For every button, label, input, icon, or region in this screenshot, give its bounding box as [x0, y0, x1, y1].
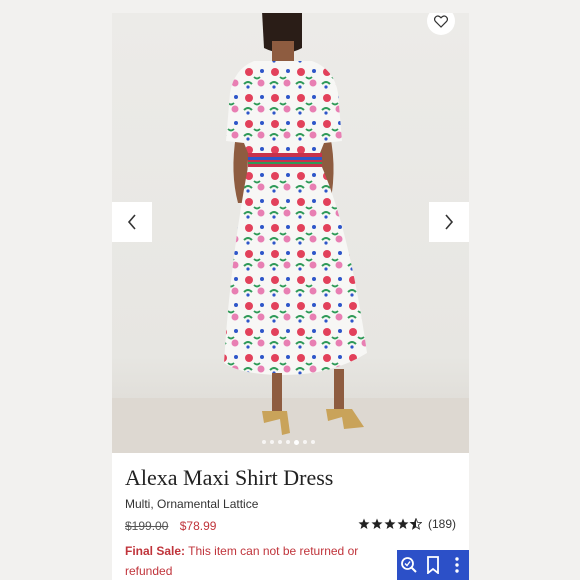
product-card: Alexa Maxi Shirt Dress Multi, Ornamental… [112, 13, 469, 580]
floating-toolbar [397, 550, 469, 580]
more-button[interactable] [446, 554, 468, 576]
carousel-dot[interactable] [278, 440, 282, 444]
carousel-dot[interactable] [303, 440, 307, 444]
chevron-left-icon [127, 214, 136, 230]
product-variant: Multi, Ornamental Lattice [125, 497, 259, 511]
carousel-dot[interactable] [311, 440, 315, 444]
visual-search-button[interactable] [398, 554, 420, 576]
final-sale-label: Final Sale: [125, 544, 186, 558]
final-sale-notice: Final Sale: This item can not be returne… [125, 541, 365, 580]
sale-price: $78.99 [179, 519, 217, 533]
carousel-dot[interactable] [286, 440, 290, 444]
carousel-dot[interactable] [262, 440, 266, 444]
magnify-search-icon [401, 557, 417, 573]
original-price: $199.00 [125, 519, 169, 533]
product-title: Alexa Maxi Shirt Dress [125, 465, 334, 490]
previous-image-button[interactable] [112, 202, 152, 242]
bookmark-button[interactable] [422, 554, 444, 576]
rating[interactable]: (189) [358, 517, 456, 531]
product-image[interactable] [112, 13, 469, 453]
heart-icon [434, 14, 448, 28]
review-count[interactable]: (189) [428, 517, 456, 531]
carousel-dot-active[interactable] [294, 439, 299, 445]
model-illustration [224, 13, 367, 435]
star-rating-icon [358, 518, 422, 530]
more-icon [455, 557, 459, 573]
next-image-button[interactable] [429, 202, 469, 242]
carousel-dot[interactable] [270, 440, 274, 444]
price-row: $199.00 $78.99 [125, 519, 216, 533]
chevron-right-icon [445, 214, 454, 230]
bookmark-icon [427, 556, 439, 574]
carousel-indicator[interactable] [262, 439, 315, 445]
